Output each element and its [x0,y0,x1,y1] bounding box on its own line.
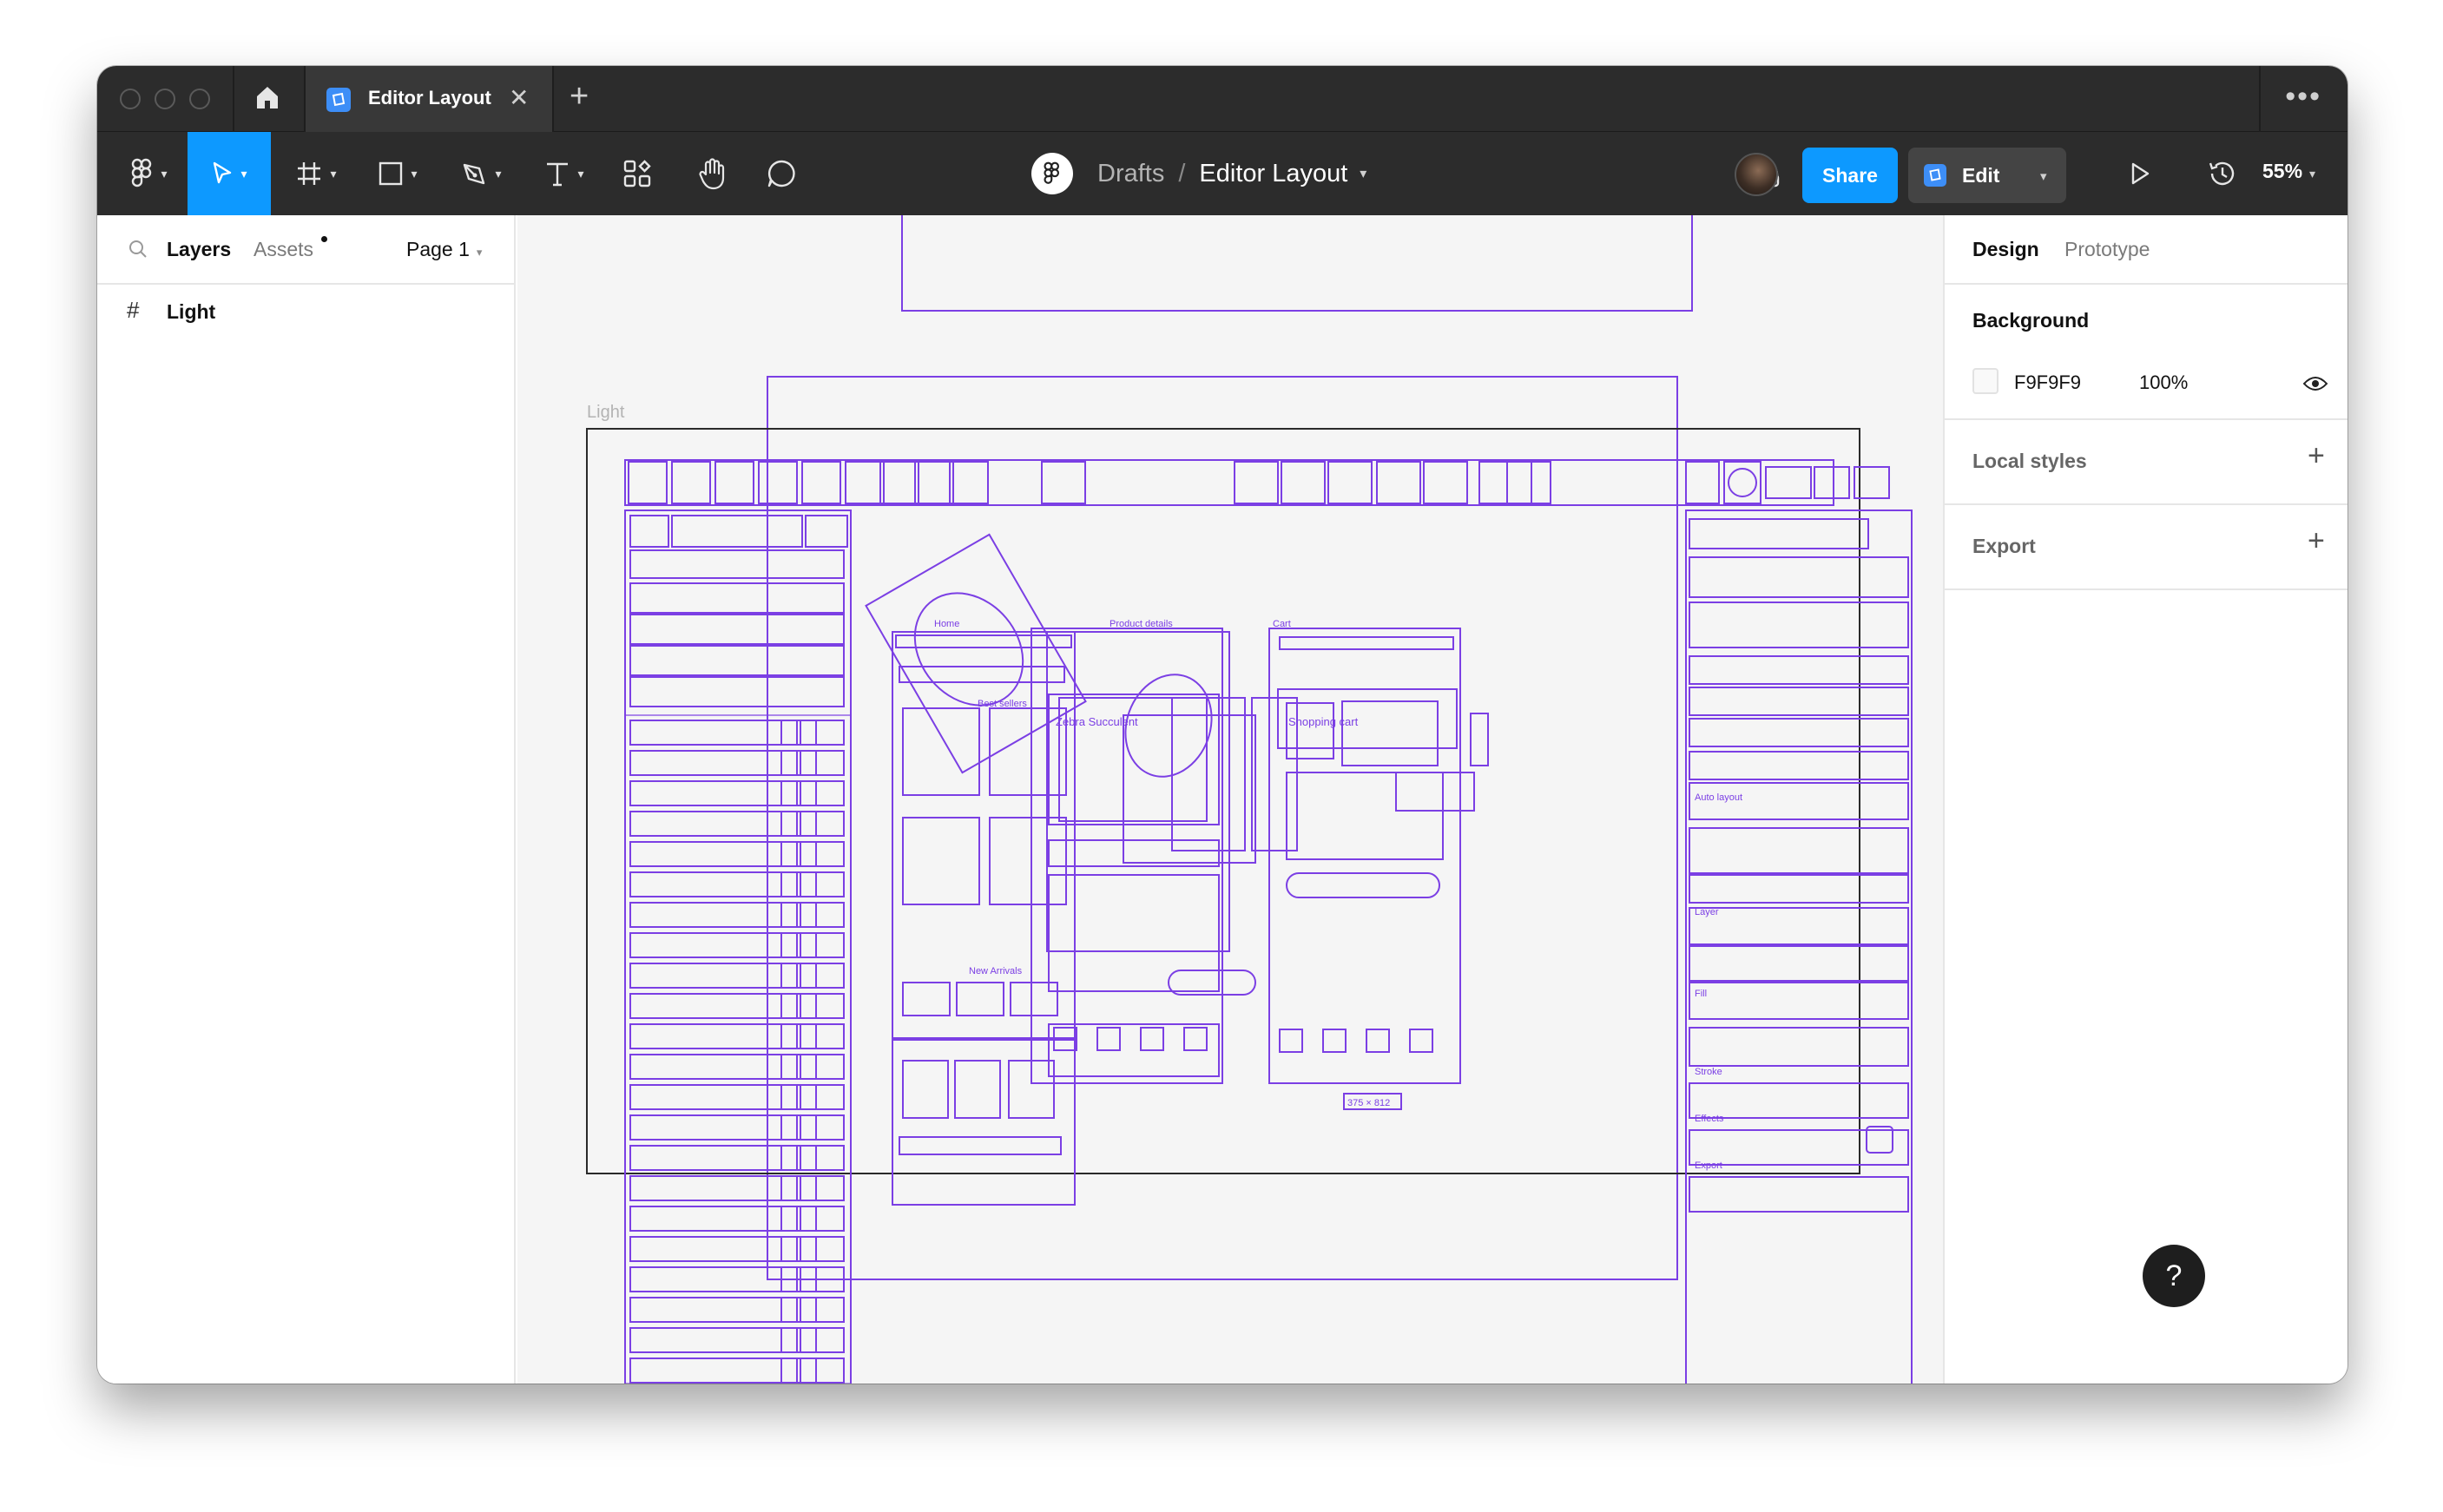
svg-text:375 × 812: 375 × 812 [1347,1098,1390,1108]
tab-title: Editor Layout [368,87,491,108]
svg-text:Auto layout: Auto layout [1695,792,1742,803]
divider [233,66,234,132]
title-bar: Editor Layout ✕ + ••• [97,66,2348,132]
main-menu-button[interactable]: ▾ [115,132,184,215]
tab-design[interactable]: Design [1972,238,2039,261]
svg-text:Fill: Fill [1695,989,1707,999]
home-icon [257,87,278,108]
svg-text:Zebra Succulent: Zebra Succulent [1056,715,1138,728]
edit-mode-label: Edit [1962,164,2000,187]
close-window-button[interactable] [120,89,141,109]
wireframe-artwork[interactable]: Home Product details Cart Best sellers N… [517,215,1943,1384]
resources-icon [623,160,651,187]
layer-item[interactable]: # Light [97,293,514,332]
svg-text:Product details: Product details [1110,619,1173,629]
play-icon [2131,162,2150,185]
panel-tabs: Design Prototype [1945,215,2348,285]
comment-tool-button[interactable] [754,132,809,215]
background-color-swatch[interactable] [1972,368,1999,394]
divider [552,66,554,132]
pen-icon [464,163,485,185]
svg-text:Effects: Effects [1695,1114,1724,1124]
help-button[interactable]: ? [2143,1245,2205,1307]
zoom-level: 55% [2262,160,2303,182]
svg-text:Export: Export [1695,1160,1722,1171]
background-section: Background F9F9F9 100% [1945,285,2348,420]
frame-tool-button[interactable]: ▾ [281,132,351,215]
layers-panel: Layers Assets Page 1 ▾ # Light [97,215,516,1384]
chevron-down-icon[interactable]: ▾ [1360,165,1366,182]
svg-text:Best sellers: Best sellers [978,699,1027,709]
share-button[interactable]: Share [1802,148,1898,203]
chevron-down-icon: ▾ [476,246,483,259]
present-button[interactable] [2117,132,2163,215]
app-window: Editor Layout ✕ + ••• ▾ ▾ ▾ ▾ ▾ ▾ Drafts… [97,66,2348,1384]
maximize-window-button[interactable] [189,89,210,109]
history-icon [2209,161,2235,186]
svg-text:New Arrivals: New Arrivals [969,966,1023,976]
frame-icon [298,162,321,185]
resources-button[interactable] [609,132,665,215]
svg-text:Stroke: Stroke [1695,1067,1722,1077]
notification-dot [321,236,327,242]
zoom-menu[interactable]: 55% ▾ [2262,160,2315,183]
shape-tool-button[interactable]: ▾ [363,132,432,215]
background-title: Background [1972,309,2090,332]
background-hex-input[interactable]: F9F9F9 [2014,371,2081,394]
search-icon[interactable] [127,238,149,260]
page-name: Page 1 [406,238,470,260]
add-export-icon[interactable]: + [2308,524,2325,558]
comment-icon [767,160,795,187]
close-tab-icon[interactable]: ✕ [509,83,529,112]
frame-icon: # [127,297,140,323]
new-tab-button[interactable]: + [570,78,589,115]
edit-mode-button[interactable]: Edit ▾ [1908,148,2066,203]
window-controls [120,89,210,109]
hand-tool-button[interactable] [684,132,740,215]
edit-mode-icon [1924,164,1946,187]
rectangle-icon [379,161,403,186]
svg-text:Cart: Cart [1273,619,1291,629]
tab-layers[interactable]: Layers [167,238,231,261]
local-styles-title: Local styles [1972,450,2087,472]
eye-icon[interactable] [2302,375,2328,392]
divider [2259,66,2261,132]
text-icon [547,162,569,187]
minimize-window-button[interactable] [155,89,175,109]
cursor-icon [214,161,232,184]
tab-prototype[interactable]: Prototype [2064,238,2150,261]
canvas[interactable]: Light Home Product details Cart Best sel… [517,215,1943,1384]
version-history-button[interactable] [2196,132,2249,215]
export-title: Export [1972,535,2036,557]
home-button[interactable] [254,83,288,115]
layer-name: Light [167,300,216,323]
breadcrumb-separator: / [1178,159,1186,187]
text-tool-button[interactable]: ▾ [530,132,599,215]
breadcrumb-project[interactable]: Drafts [1097,160,1164,188]
svg-text:Shopping cart: Shopping cart [1288,715,1359,728]
design-panel: Design Prototype Background F9F9F9 100% … [1943,215,2348,1384]
breadcrumb-file-name[interactable]: Editor Layout [1199,160,1347,188]
tab-assets[interactable]: Assets [254,238,313,261]
hand-icon [699,158,725,190]
chevron-down-icon: ▾ [2309,167,2316,181]
pen-tool-button[interactable]: ▾ [446,132,516,215]
move-tool-button[interactable]: ▾ [188,132,271,215]
panel-tabs: Layers Assets Page 1 ▾ [97,215,514,285]
svg-text:Layer: Layer [1695,907,1719,917]
page-selector[interactable]: Page 1 ▾ [406,238,482,261]
user-avatar[interactable] [1735,153,1778,196]
breadcrumb: Drafts / Editor Layout ▾ [1031,153,1366,194]
add-style-icon[interactable]: + [2308,439,2325,473]
chevron-down-icon[interactable]: ▾ [2040,168,2047,184]
figma-logo-icon [1031,153,1073,194]
file-icon [326,88,351,112]
export-section: Export + [1945,505,2348,590]
svg-text:Home: Home [934,619,959,629]
figma-logo-icon [132,158,152,187]
local-styles-section: Local styles + [1945,420,2348,505]
background-opacity-input[interactable]: 100% [2139,371,2188,394]
more-options-icon[interactable]: ••• [2285,80,2321,114]
